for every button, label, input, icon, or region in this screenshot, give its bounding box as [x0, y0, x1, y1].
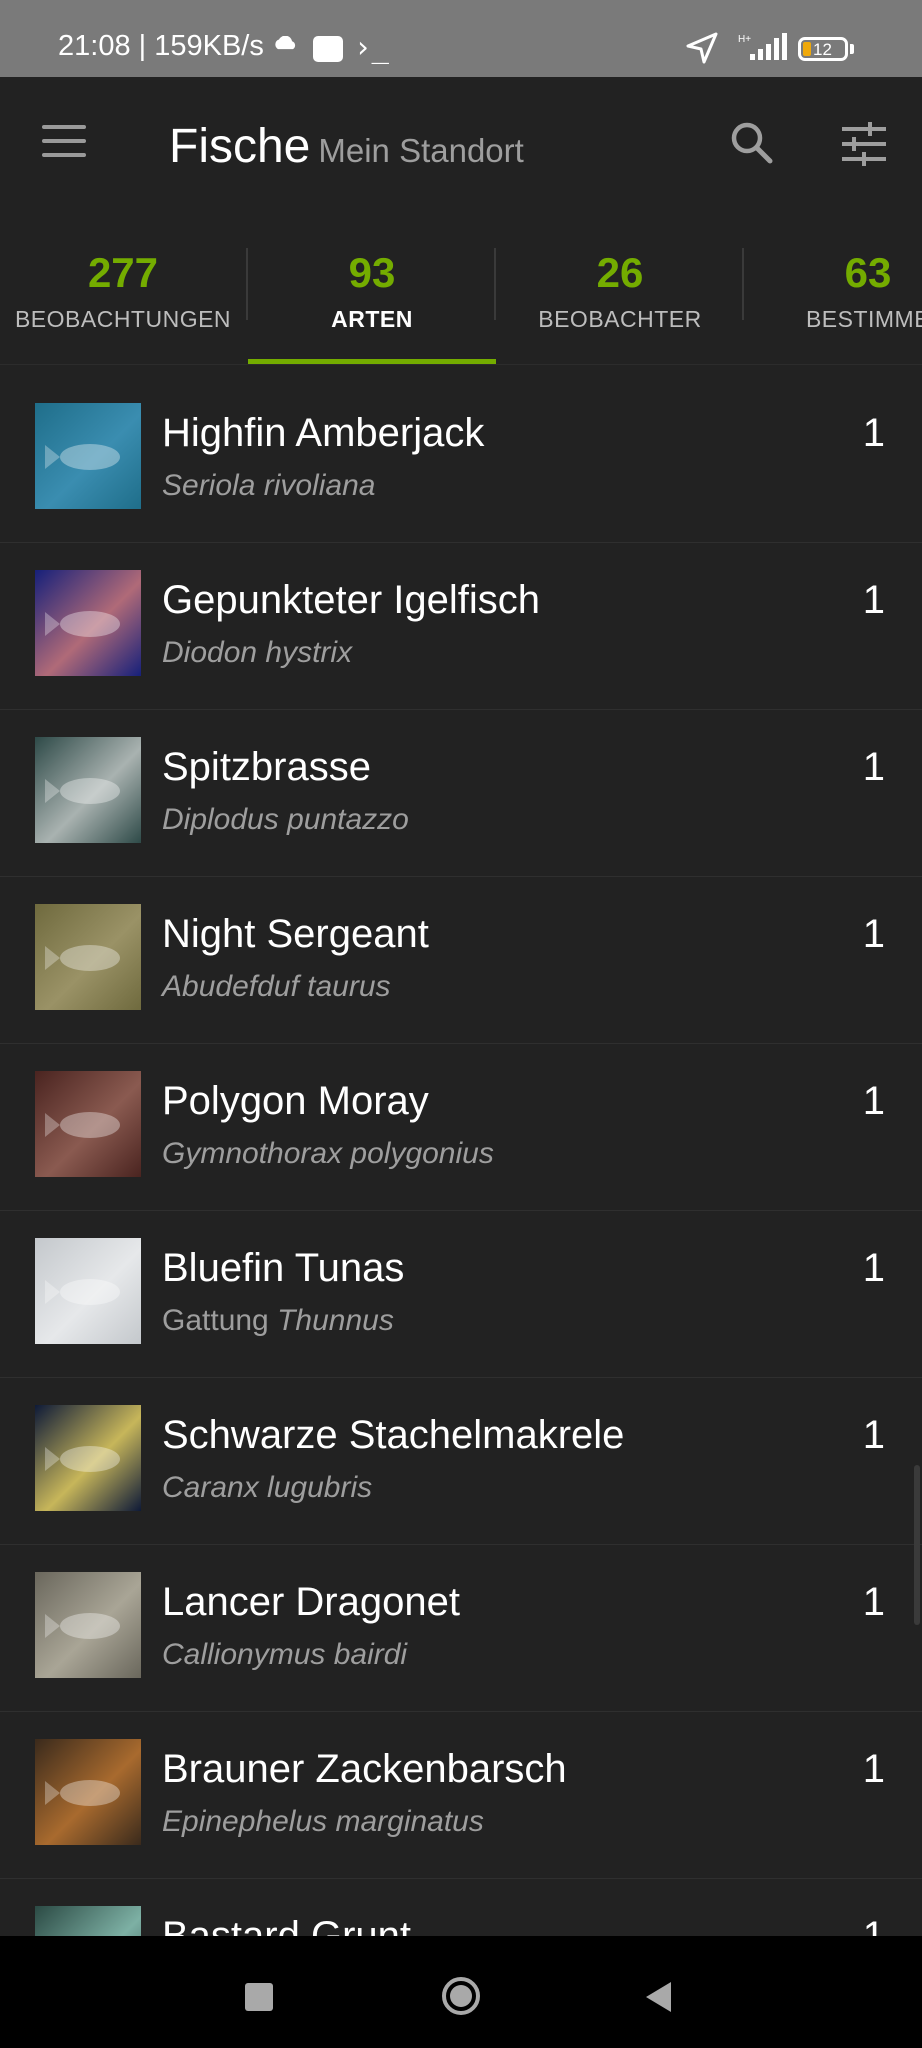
tab-observers[interactable]: 26 BEOBACHTER	[496, 222, 744, 364]
species-scientific-name: Abudefduf taurus	[162, 970, 391, 1004]
species-common-name: Polygon Moray	[162, 1079, 429, 1123]
species-common-name: Brauner Zackenbarsch	[162, 1747, 567, 1791]
species-row[interactable]: Bastard Grunt 1	[0, 1879, 922, 1936]
tab-count: 277	[87, 249, 159, 296]
species-row[interactable]: Spitzbrasse Diplodus puntazzo 1	[0, 710, 922, 877]
species-photo	[35, 1071, 141, 1177]
scientific-name-text: Callionymus bairdi	[162, 1638, 408, 1671]
page-title: Fische Mein Standort	[169, 119, 524, 174]
system-nav-bar	[0, 1936, 922, 2048]
battery-level: 12	[813, 40, 832, 59]
observation-count: 1	[862, 745, 885, 789]
tab-label: BESTIMME	[805, 306, 922, 332]
species-common-name: Spitzbrasse	[162, 745, 371, 789]
species-common-name: Lancer Dragonet	[162, 1580, 460, 1624]
observation-count: 1	[862, 1580, 885, 1624]
title-text: Fische	[169, 120, 311, 173]
search-icon[interactable]	[728, 119, 776, 167]
home-button[interactable]	[441, 1976, 481, 2016]
tab-observations[interactable]: 277 BEOBACHTUNGEN	[0, 222, 247, 364]
tab-count: 63	[844, 249, 892, 296]
menu-icon[interactable]	[42, 125, 88, 159]
species-common-name: Night Sergeant	[162, 912, 429, 956]
species-list: Highfin Amberjack Seriola rivoliana 1 Gepun…	[0, 376, 922, 1936]
species-row[interactable]: Schwarze Stachelmakrele Caranx lugubris 1	[0, 1378, 922, 1545]
species-scientific-name: Diodon hystrix	[162, 636, 352, 670]
location-arrow-icon	[686, 32, 718, 64]
tab-label: BEOBACHTER	[538, 306, 702, 332]
species-common-name: Schwarze Stachelmakrele	[162, 1413, 625, 1457]
species-scientific-name: Seriola rivoliana	[162, 469, 375, 503]
species-common-name: Highfin Amberjack	[162, 411, 485, 455]
observation-count: 1	[862, 1246, 885, 1290]
species-row[interactable]: Highfin Amberjack Seriola rivoliana 1	[0, 376, 922, 543]
svg-text:H+: H+	[738, 34, 751, 45]
species-photo	[35, 737, 141, 843]
cloud-icon	[275, 36, 296, 50]
species-scientific-name: Diplodus puntazzo	[162, 803, 409, 837]
status-time: 21:08 | 159KB/s	[58, 30, 264, 62]
species-photo	[35, 1238, 141, 1344]
app-toolbar: Fische Mein Standort	[0, 77, 922, 222]
scientific-name-text: Thunnus	[277, 1304, 394, 1337]
species-photo	[35, 570, 141, 676]
species-scientific-name: Gymnothorax polygonius	[162, 1137, 494, 1171]
observation-count: 1	[862, 411, 885, 455]
tab-count: 93	[348, 249, 396, 296]
tab-species[interactable]: 93 ARTEN	[248, 222, 496, 364]
taxon-rank: Gattung	[162, 1304, 269, 1337]
species-photo	[35, 904, 141, 1010]
species-row[interactable]: Night Sergeant Abudefduf taurus 1	[0, 877, 922, 1044]
scientific-name-text: Seriola rivoliana	[162, 469, 376, 502]
scientific-name-text: Epinephelus marginatus	[162, 1805, 484, 1838]
species-row[interactable]: Lancer Dragonet Callionymus bairdi 1	[0, 1545, 922, 1712]
species-photo	[35, 403, 141, 509]
observation-count: 1	[862, 1413, 885, 1457]
species-photo	[35, 1739, 141, 1845]
scientific-name-text: Diplodus puntazzo	[162, 803, 409, 836]
species-common-name: Bastard Grunt	[162, 1914, 412, 1936]
observation-count: 1	[862, 912, 885, 956]
scientific-name-text: Abudefduf taurus	[162, 970, 391, 1003]
observation-count: 1	[862, 1747, 885, 1791]
species-row[interactable]: Bluefin Tunas Gattung Thunnus 1	[0, 1211, 922, 1378]
filter-icon[interactable]	[840, 121, 888, 167]
status-bar: 21:08 | 159KB/s ›_ H+ 12	[0, 0, 922, 77]
back-button[interactable]	[643, 1980, 673, 2014]
observation-count: 1	[862, 1079, 885, 1123]
signal-icon: H+	[738, 33, 787, 60]
species-row[interactable]: Gepunkteter Igelfisch Diodon hystrix 1	[0, 543, 922, 710]
species-common-name: Bluefin Tunas	[162, 1246, 405, 1290]
notification-square-icon	[313, 36, 343, 62]
species-scientific-name: Callionymus bairdi	[162, 1638, 407, 1672]
scientific-name-text: Caranx lugubris	[162, 1471, 373, 1504]
tab-label: ARTEN	[331, 306, 413, 332]
stats-tabs: 277 BEOBACHTUNGEN 93 ARTEN 26 BEOBACHTER…	[0, 222, 922, 365]
tab-label: BEOBACHTUNGEN	[14, 306, 232, 332]
scientific-name-text: Gymnothorax polygonius	[162, 1137, 494, 1170]
species-scientific-name: Caranx lugubris	[162, 1471, 372, 1505]
recent-apps-button[interactable]	[245, 1983, 273, 2011]
species-photo	[35, 1405, 141, 1511]
observation-count: 1	[862, 1914, 885, 1936]
tab-count: 26	[596, 249, 644, 296]
species-common-name: Gepunkteter Igelfisch	[162, 578, 540, 622]
species-row[interactable]: Brauner Zackenbarsch Epinephelus marginat…	[0, 1712, 922, 1879]
location-subtitle[interactable]: Mein Standort	[318, 132, 523, 169]
species-photo	[35, 1906, 141, 1936]
terminal-icon: ›_	[354, 30, 389, 64]
battery-tip	[850, 44, 854, 54]
species-scientific-name: Gattung Thunnus	[162, 1304, 394, 1338]
battery-icon: 12	[798, 37, 848, 61]
species-photo	[35, 1572, 141, 1678]
active-tab-indicator	[248, 359, 496, 364]
tab-identifiers[interactable]: 63 BESTIMME	[744, 222, 922, 364]
observation-count: 1	[862, 578, 885, 622]
scientific-name-text: Diodon hystrix	[162, 636, 353, 669]
species-row[interactable]: Polygon Moray Gymnothorax polygonius 1	[0, 1044, 922, 1211]
species-scientific-name: Epinephelus marginatus	[162, 1805, 484, 1839]
scrollbar[interactable]	[914, 1465, 920, 1625]
